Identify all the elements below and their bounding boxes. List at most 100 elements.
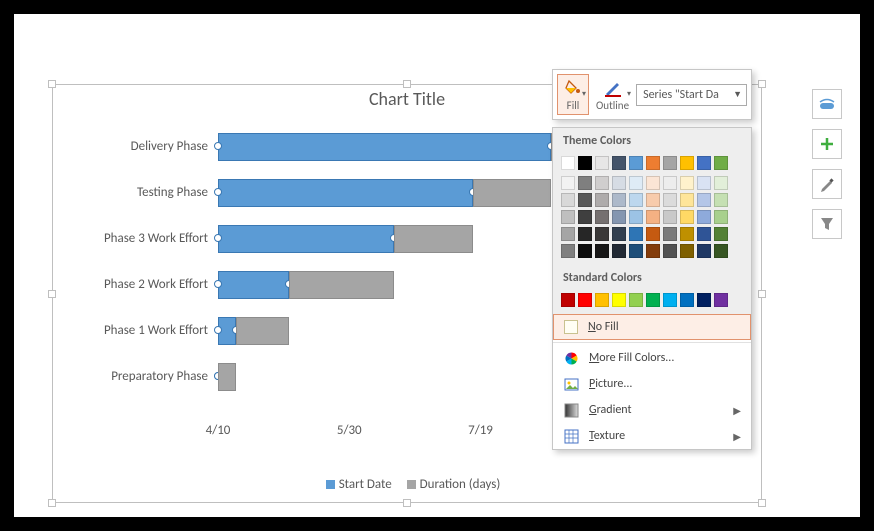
color-swatch[interactable]: [561, 244, 575, 258]
color-swatch[interactable]: [595, 210, 609, 224]
series-handle[interactable]: [214, 142, 222, 150]
resize-handle[interactable]: [758, 499, 766, 507]
color-swatch[interactable]: [629, 210, 643, 224]
color-swatch[interactable]: [612, 176, 626, 190]
resize-handle[interactable]: [758, 80, 766, 88]
color-swatch[interactable]: [578, 293, 592, 307]
color-swatch[interactable]: [646, 244, 660, 258]
color-swatch[interactable]: [629, 193, 643, 207]
resize-handle[interactable]: [48, 80, 56, 88]
color-swatch[interactable]: [595, 244, 609, 258]
chart-styles-button[interactable]: [812, 169, 842, 199]
color-swatch[interactable]: [561, 176, 575, 190]
color-swatch[interactable]: [646, 193, 660, 207]
color-swatch[interactable]: [595, 293, 609, 307]
color-swatch[interactable]: [578, 227, 592, 241]
color-swatch[interactable]: [595, 176, 609, 190]
color-swatch[interactable]: [595, 156, 609, 170]
fill-button[interactable]: ▾ Fill: [557, 74, 589, 115]
color-swatch[interactable]: [578, 193, 592, 207]
color-swatch[interactable]: [612, 193, 626, 207]
color-swatch[interactable]: [663, 293, 677, 307]
color-swatch[interactable]: [714, 244, 728, 258]
color-swatch[interactable]: [714, 293, 728, 307]
bar-duration[interactable]: [289, 271, 394, 299]
color-swatch[interactable]: [561, 193, 575, 207]
color-swatch[interactable]: [578, 210, 592, 224]
picture-fill-item[interactable]: Picture...: [553, 371, 751, 397]
color-swatch[interactable]: [612, 244, 626, 258]
color-swatch[interactable]: [714, 176, 728, 190]
color-swatch[interactable]: [561, 156, 575, 170]
color-swatch[interactable]: [663, 156, 677, 170]
bar-start-date[interactable]: [218, 179, 473, 207]
color-swatch[interactable]: [714, 193, 728, 207]
color-swatch[interactable]: [629, 227, 643, 241]
color-swatch[interactable]: [612, 227, 626, 241]
bar-start-date[interactable]: [218, 317, 236, 345]
color-swatch[interactable]: [663, 176, 677, 190]
series-handle[interactable]: [214, 326, 222, 334]
color-swatch[interactable]: [663, 227, 677, 241]
color-swatch[interactable]: [680, 176, 694, 190]
color-swatch[interactable]: [714, 227, 728, 241]
chart-elements-button[interactable]: [812, 89, 842, 119]
chart-legend[interactable]: Start Date Duration (days): [53, 477, 761, 492]
color-swatch[interactable]: [663, 193, 677, 207]
color-swatch[interactable]: [680, 293, 694, 307]
resize-handle[interactable]: [403, 499, 411, 507]
color-swatch[interactable]: [646, 227, 660, 241]
color-swatch[interactable]: [646, 156, 660, 170]
more-fill-colors-item[interactable]: More Fill Colors...: [553, 345, 751, 371]
chart-filter-button[interactable]: [812, 209, 842, 239]
color-swatch[interactable]: [629, 176, 643, 190]
outline-button[interactable]: ▾ Outline: [591, 74, 634, 115]
color-swatch[interactable]: [697, 210, 711, 224]
resize-handle[interactable]: [48, 290, 56, 298]
color-swatch[interactable]: [578, 156, 592, 170]
add-chart-element-button[interactable]: [812, 129, 842, 159]
bar-start-date[interactable]: [218, 133, 551, 161]
color-swatch[interactable]: [680, 210, 694, 224]
color-swatch[interactable]: [697, 193, 711, 207]
color-swatch[interactable]: [595, 193, 609, 207]
resize-handle[interactable]: [48, 499, 56, 507]
color-swatch[interactable]: [561, 293, 575, 307]
color-swatch[interactable]: [561, 210, 575, 224]
color-swatch[interactable]: [663, 244, 677, 258]
series-handle[interactable]: [214, 234, 222, 242]
bar-duration[interactable]: [473, 179, 552, 207]
color-swatch[interactable]: [646, 210, 660, 224]
color-swatch[interactable]: [612, 210, 626, 224]
color-swatch[interactable]: [680, 193, 694, 207]
color-swatch[interactable]: [629, 156, 643, 170]
color-swatch[interactable]: [612, 156, 626, 170]
bar-start-date[interactable]: [218, 225, 394, 253]
color-swatch[interactable]: [680, 244, 694, 258]
bar-duration[interactable]: [394, 225, 473, 253]
color-swatch[interactable]: [612, 293, 626, 307]
color-swatch[interactable]: [646, 293, 660, 307]
texture-fill-item[interactable]: Texture ▶: [553, 423, 751, 449]
color-swatch[interactable]: [714, 156, 728, 170]
color-swatch[interactable]: [680, 227, 694, 241]
bar-start-date[interactable]: [218, 271, 289, 299]
color-swatch[interactable]: [697, 293, 711, 307]
resize-handle[interactable]: [758, 290, 766, 298]
color-swatch[interactable]: [629, 244, 643, 258]
color-swatch[interactable]: [578, 244, 592, 258]
color-swatch[interactable]: [629, 293, 643, 307]
resize-handle[interactable]: [403, 80, 411, 88]
color-swatch[interactable]: [697, 156, 711, 170]
color-swatch[interactable]: [578, 176, 592, 190]
no-fill-item[interactable]: No Fill: [553, 314, 751, 340]
color-swatch[interactable]: [561, 227, 575, 241]
gradient-fill-item[interactable]: Gradient ▶: [553, 397, 751, 423]
color-swatch[interactable]: [680, 156, 694, 170]
series-handle[interactable]: [214, 280, 222, 288]
color-swatch[interactable]: [697, 176, 711, 190]
series-selector[interactable]: Series "Start Da ▼: [636, 84, 747, 106]
series-handle[interactable]: [214, 188, 222, 196]
bar-duration[interactable]: [236, 317, 289, 345]
color-swatch[interactable]: [714, 210, 728, 224]
